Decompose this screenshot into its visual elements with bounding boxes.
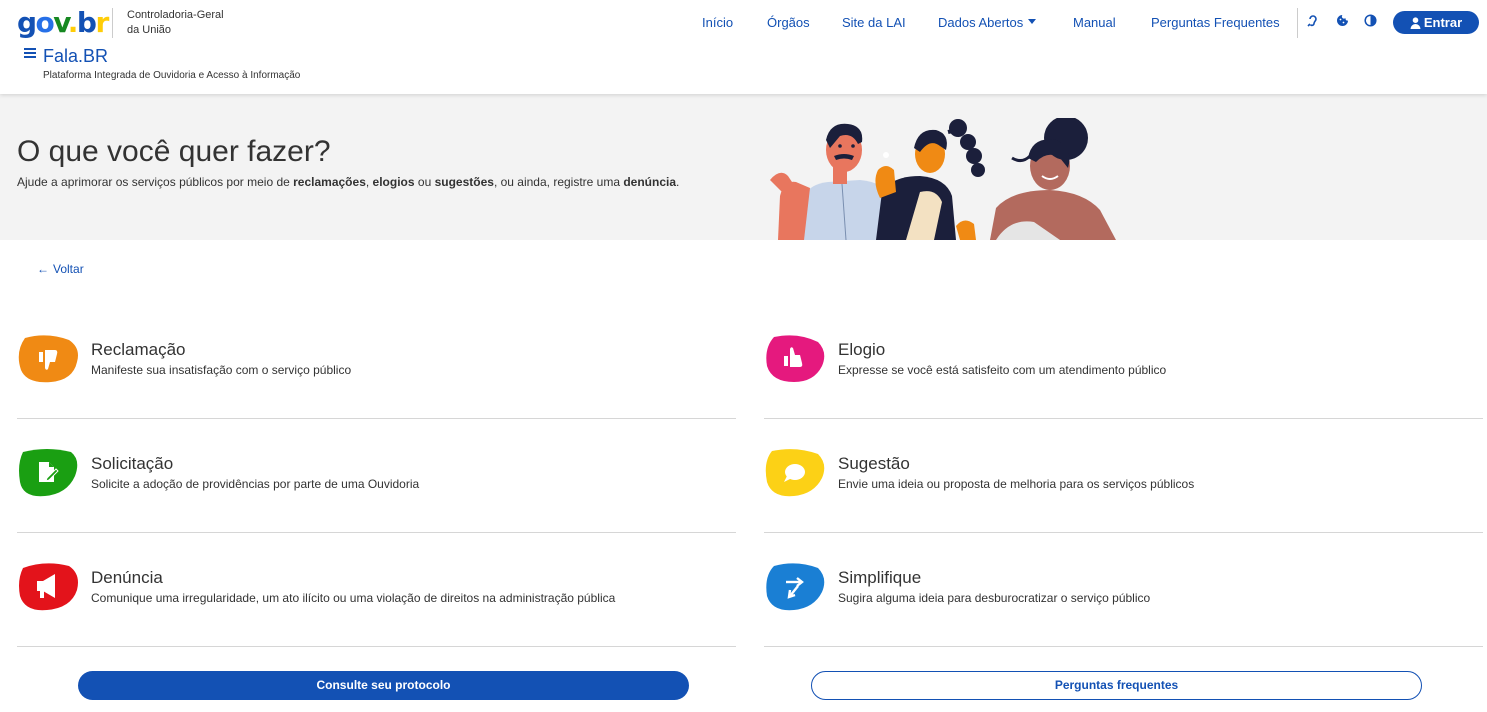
- header: gov.br Controladoria-Geral da União Iníc…: [0, 0, 1487, 94]
- govbr-logo[interactable]: gov.br: [17, 6, 109, 40]
- option-title: Denúncia: [91, 568, 163, 587]
- divider: [17, 418, 736, 419]
- option-sugestao[interactable]: Sugestão Envie uma ideia ou proposta de …: [764, 448, 1483, 534]
- people-illustration: [770, 118, 1116, 240]
- option-elogio[interactable]: Elogio Expresse se você está satisfeito …: [764, 334, 1483, 420]
- back-label: Voltar: [53, 262, 84, 276]
- option-description: Envie uma ideia ou proposta de melhoria …: [838, 477, 1195, 491]
- chat-bubble-icon: [765, 449, 825, 497]
- option-description: Solicite a adoção de providências por pa…: [91, 477, 420, 491]
- divider: [17, 532, 736, 533]
- option-description: Sugira alguma ideia para desburocratizar…: [838, 591, 1151, 605]
- header-divider: [112, 8, 113, 38]
- nav-dados-abertos-label: Dados Abertos: [938, 15, 1024, 30]
- app-title[interactable]: Fala.BR: [43, 45, 108, 67]
- document-edit-icon: [19, 449, 78, 497]
- page-title: O que você quer fazer?: [17, 135, 331, 168]
- option-simplifique[interactable]: Simplifique Sugira alguma ideia para des…: [764, 562, 1483, 648]
- thumbs-up-icon: [766, 335, 825, 382]
- divider: [764, 532, 1483, 533]
- cookie-icon[interactable]: [1334, 14, 1350, 30]
- option-title: Sugestão: [838, 454, 910, 473]
- nav-orgaos[interactable]: Órgãos: [767, 13, 810, 33]
- contrast-icon[interactable]: [1362, 14, 1378, 30]
- nav-dados-abertos[interactable]: Dados Abertos: [938, 13, 1037, 33]
- nav-divider: [1297, 8, 1298, 38]
- login-button[interactable]: Entrar: [1393, 11, 1479, 34]
- thumbs-down-icon: [18, 335, 78, 383]
- nav-site-lai[interactable]: Site da LAI: [842, 13, 906, 33]
- back-link[interactable]: ← Voltar: [37, 261, 84, 277]
- option-title: Reclamação: [91, 340, 186, 359]
- option-description: Comunique uma irregularidade, um ato ilí…: [91, 591, 616, 605]
- nav-manual[interactable]: Manual: [1073, 13, 1116, 33]
- org-name: Controladoria-Geral da União: [127, 9, 224, 36]
- option-description: Manifeste sua insatisfação com o serviço…: [91, 363, 352, 377]
- option-solicitacao[interactable]: Solicitação Solicite a adoção de providê…: [17, 448, 736, 534]
- option-title: Elogio: [838, 340, 886, 359]
- option-reclamacao[interactable]: Reclamação Manifeste sua insatisfação co…: [17, 334, 736, 420]
- option-title: Solicitação: [91, 454, 174, 473]
- option-title: Simplifique: [838, 568, 922, 587]
- accessibility-ear-icon[interactable]: [1305, 14, 1321, 30]
- caret-down-icon: [1028, 19, 1037, 25]
- divider: [764, 646, 1483, 647]
- app-subtitle: Plataforma Integrada de Ouvidoria e Aces…: [43, 70, 301, 81]
- user-icon: [1410, 17, 1421, 29]
- hero-description: Ajude a aprimorar os serviços públicos p…: [17, 175, 680, 189]
- arrows-icon: [766, 563, 825, 611]
- nav-perguntas-frequentes[interactable]: Perguntas Frequentes: [1151, 13, 1280, 33]
- hero-banner: O que você quer fazer? Ajude a aprimorar…: [0, 94, 1487, 240]
- divider: [17, 646, 736, 647]
- option-denuncia[interactable]: Denúncia Comunique uma irregularidade, u…: [17, 562, 736, 648]
- login-label: Entrar: [1423, 15, 1463, 30]
- faq-button[interactable]: Perguntas frequentes: [811, 671, 1422, 700]
- nav-inicio[interactable]: Início: [702, 13, 733, 33]
- option-description: Expresse se você está satisfeito com um …: [838, 363, 1167, 377]
- consult-protocol-button[interactable]: Consulte seu protocolo: [78, 671, 689, 700]
- megaphone-icon: [19, 563, 78, 611]
- divider: [764, 418, 1483, 419]
- arrow-left-icon: ←: [37, 262, 49, 276]
- hamburger-menu-icon[interactable]: [24, 48, 36, 60]
